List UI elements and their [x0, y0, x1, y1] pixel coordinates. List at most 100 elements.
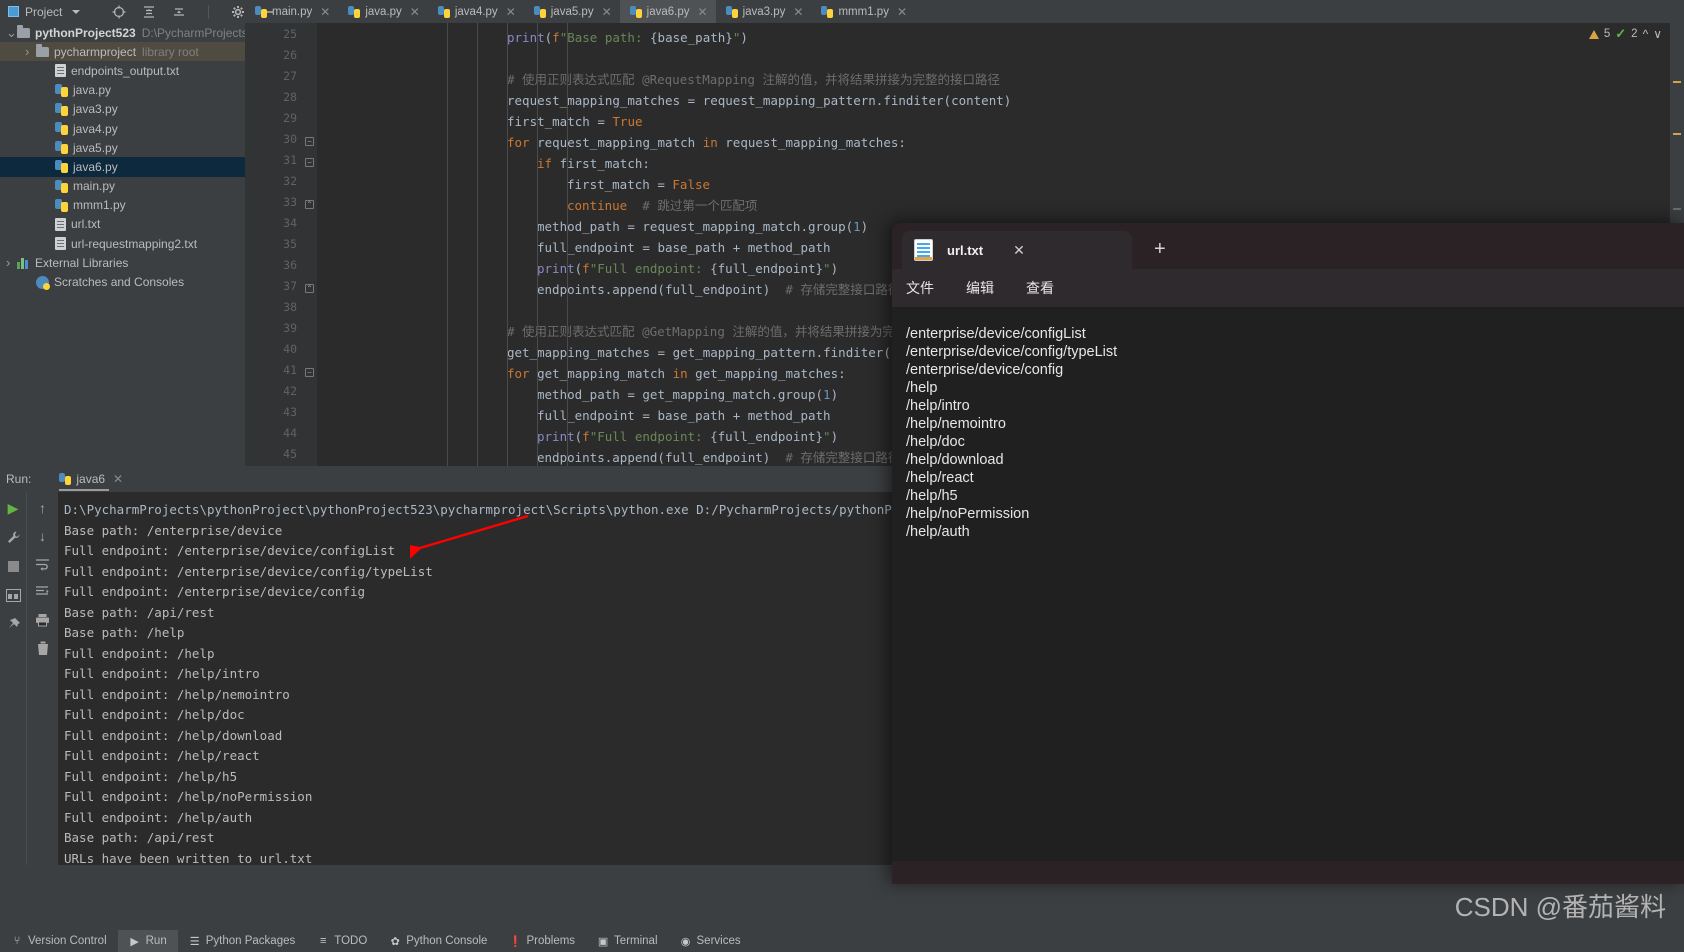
menu-view[interactable]: 查看 [1026, 278, 1054, 298]
settings-gear-icon[interactable] [231, 5, 245, 19]
notepad-tab-url-txt[interactable]: url.txt ✕ [902, 231, 1132, 269]
editor-tab-java3-py[interactable]: java3.py ✕ [716, 0, 812, 23]
tree-item-mmm1-py[interactable]: mmm1.py [0, 196, 245, 215]
code-line[interactable]: first_match = True [507, 111, 643, 132]
fold-toggle-icon[interactable]: ⌃ [305, 200, 314, 209]
down-arrow-icon[interactable]: ↓ [35, 528, 51, 544]
close-icon[interactable]: ✕ [1013, 242, 1025, 259]
tree-item-pycharmproject[interactable]: › pycharmproject library root [0, 42, 245, 62]
close-icon[interactable]: ✕ [410, 5, 420, 19]
status-bar-item-services[interactable]: ◉ Services [669, 930, 752, 952]
notepad-titlebar[interactable]: url.txt ✕ + [892, 223, 1684, 269]
code-line[interactable]: full_endpoint = base_path + method_path [537, 405, 831, 426]
close-icon[interactable]: ✕ [793, 5, 803, 19]
editor-tab-mmm1-py[interactable]: mmm1.py ✕ [811, 0, 915, 23]
editor-tab-java4-py[interactable]: java4.py ✕ [428, 0, 524, 23]
tree-item-java4-py[interactable]: java4.py [0, 119, 245, 138]
tree-item-scratches-and-consoles[interactable]: Scratches and Consoles [0, 272, 245, 291]
chevron-down-icon[interactable] [72, 9, 81, 14]
tree-item-java5-py[interactable]: java5.py [0, 138, 245, 157]
close-icon[interactable]: ✕ [320, 5, 330, 19]
code-line[interactable]: method_path = get_mapping_match.group(1) [537, 384, 838, 405]
menu-edit[interactable]: 编辑 [966, 278, 994, 298]
run-configuration-tab[interactable]: java6 ✕ [59, 466, 123, 492]
close-icon[interactable]: ✕ [602, 5, 612, 19]
inspection-marker[interactable] [1673, 208, 1681, 210]
chevron-right-icon[interactable]: › [25, 44, 36, 59]
tree-item-java3-py[interactable]: java3.py [0, 100, 245, 119]
code-line[interactable]: # 使用正则表达式匹配 @RequestMapping 注解的值，并将结果拼接为… [507, 69, 1000, 90]
editor-tab-java5-py[interactable]: java5.py ✕ [524, 0, 620, 23]
code-line[interactable]: for get_mapping_match in get_mapping_mat… [507, 363, 846, 384]
editor-inspection-status[interactable]: 5 ✓ 2 ^ ∨ [1588, 23, 1670, 45]
layout-icon[interactable] [5, 587, 21, 603]
status-bar-item-python-packages[interactable]: ☰ Python Packages [178, 930, 307, 952]
editor-tab-java-py[interactable]: java.py ✕ [338, 0, 428, 23]
status-bar-item-version-control[interactable]: ⑂ Version Control [0, 930, 118, 952]
tree-item-java6-py[interactable]: java6.py [0, 157, 245, 177]
line-number: 42 [283, 384, 297, 398]
code-line[interactable]: continue # 跳过第一个匹配项 [567, 195, 757, 216]
wrench-icon[interactable] [5, 529, 21, 545]
fold-toggle-icon[interactable]: ⌃ [305, 284, 314, 293]
editor-tab-main-py[interactable]: main.py ✕ [245, 0, 338, 23]
fold-gutter[interactable] [303, 23, 317, 466]
menu-file[interactable]: 文件 [906, 278, 934, 298]
inspection-ok-icon: ✓ [1615, 26, 1627, 41]
tree-item-endpoints-output-txt[interactable]: endpoints_output.txt [0, 61, 245, 80]
tree-item-java-py[interactable]: java.py [0, 81, 245, 100]
prev-problem-icon[interactable]: ^ [1643, 27, 1649, 41]
tree-item-url-txt[interactable]: url.txt [0, 215, 245, 234]
pin-icon[interactable] [5, 616, 21, 632]
tree-item-external-libraries[interactable]: › External Libraries [0, 253, 245, 272]
editor-tab-java6-py[interactable]: java6.py ✕ [619, 0, 716, 23]
code-line[interactable]: print(f"Full endpoint: {full_endpoint}") [537, 426, 838, 447]
python-file-icon [59, 473, 72, 485]
locate-icon[interactable] [112, 5, 126, 19]
chevron-down-icon[interactable]: ⌄ [6, 26, 17, 39]
project-tree-panel[interactable]: ⌄ pythonProject523 D:\PycharmProjects › pych… [0, 23, 245, 466]
code-line[interactable]: if first_match: [537, 153, 650, 174]
soft-wrap-icon[interactable] [35, 556, 51, 572]
fold-toggle-icon[interactable]: − [305, 137, 314, 146]
code-line[interactable]: get_mapping_matches = get_mapping_patter… [507, 342, 951, 363]
print-icon[interactable] [35, 612, 51, 628]
notepad-window[interactable]: url.txt ✕ + 文件 编辑 查看 /enterprise/device/… [892, 223, 1684, 884]
close-icon[interactable]: ✕ [897, 5, 907, 19]
inspection-marker[interactable] [1673, 133, 1681, 135]
status-bar-item-terminal[interactable]: ▣ Terminal [586, 930, 668, 952]
rerun-play-icon[interactable]: ▶ [5, 500, 21, 516]
chevron-right-icon[interactable]: › [6, 255, 17, 270]
code-line[interactable]: print(f"Base path: {base_path}") [507, 27, 748, 48]
notepad-text-area[interactable]: /enterprise/device/configList/enterprise… [892, 307, 1684, 861]
close-icon[interactable]: ✕ [506, 5, 516, 19]
scroll-to-end-icon[interactable] [35, 584, 51, 600]
status-bar-item-problems[interactable]: ❗ Problems [498, 930, 586, 952]
expand-icon[interactable] [172, 5, 186, 19]
inspection-marker[interactable] [1673, 81, 1681, 83]
status-bar-item-run[interactable]: ▶ Run [117, 930, 178, 952]
status-bar-item-todo[interactable]: ≡ TODO [306, 930, 378, 952]
trash-icon[interactable] [35, 640, 51, 656]
fold-toggle-icon[interactable]: − [305, 368, 314, 377]
code-line[interactable]: request_mapping_matches = request_mappin… [507, 90, 1011, 111]
collapse-all-icon[interactable] [142, 5, 156, 19]
next-problem-icon[interactable]: ∨ [1653, 27, 1662, 41]
tree-item-pythonproject523[interactable]: ⌄ pythonProject523 D:\PycharmProjects [0, 23, 245, 42]
code-line[interactable]: endpoints.append(full_endpoint) # 存储完整接口… [537, 447, 900, 466]
code-line[interactable]: method_path = request_mapping_match.grou… [537, 216, 868, 237]
fold-toggle-icon[interactable]: − [305, 158, 314, 167]
project-tool-button[interactable]: Project [0, 0, 86, 23]
close-icon[interactable]: ✕ [113, 472, 123, 486]
up-arrow-icon[interactable]: ↑ [35, 500, 51, 516]
code-line[interactable]: first_match = False [567, 174, 710, 195]
new-tab-icon[interactable]: + [1154, 238, 1166, 261]
tree-item-main-py[interactable]: main.py [0, 177, 245, 196]
stop-icon[interactable] [5, 558, 21, 574]
close-icon[interactable]: ✕ [698, 5, 708, 19]
code-line[interactable]: print(f"Full endpoint: {full_endpoint}") [537, 258, 838, 279]
code-line[interactable]: full_endpoint = base_path + method_path [537, 237, 831, 258]
status-bar-item-python-console[interactable]: ✿ Python Console [378, 930, 498, 952]
code-line[interactable]: endpoints.append(full_endpoint) # 存储完整接口… [537, 279, 900, 300]
tree-item-url-requestmapping2-txt[interactable]: url-requestmapping2.txt [0, 234, 245, 253]
